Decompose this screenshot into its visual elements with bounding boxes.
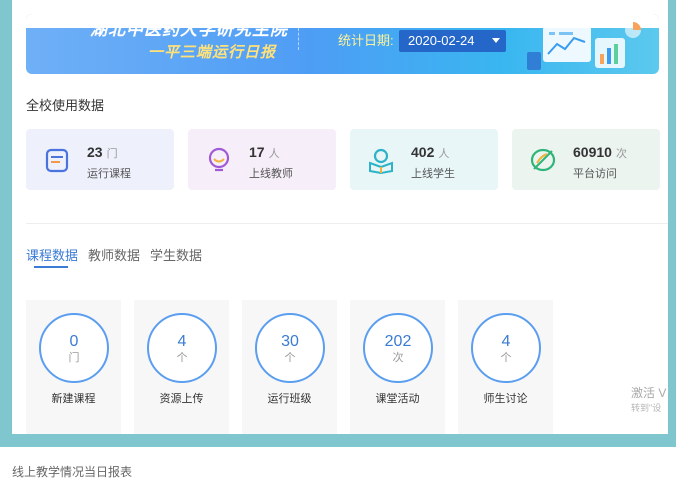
- banner-title: 湖北中医药大学研究生院: [90, 20, 288, 39]
- windows-activation-hint: 转到"设: [631, 403, 662, 413]
- metric-ring: 4 个: [147, 313, 217, 383]
- date-label: 统计日期:: [338, 33, 394, 48]
- stat-card-courses: 23 门 运行课程: [26, 129, 174, 190]
- metric-card-active-classes: 30 个 运行班级: [242, 300, 337, 434]
- course-list-icon: [45, 148, 69, 173]
- date-select[interactable]: 2020-02-24: [399, 30, 506, 52]
- screenshot-frame: 湖北中医药大学研究生院 一平三端运行日报 统计日期: 2020-02-24 全校…: [0, 0, 676, 447]
- metric-label: 师生讨论: [483, 393, 528, 405]
- metric-ring: 202 次: [363, 313, 433, 383]
- metric-ring: 4 个: [471, 313, 541, 383]
- stat-label: 上线教师: [249, 168, 293, 180]
- metric-unit: 个: [176, 352, 188, 364]
- metric-card-new-courses: 0 门 新建课程: [26, 300, 121, 434]
- tab-student-data[interactable]: 学生数据: [150, 248, 202, 264]
- metric-card-class-activities: 202 次 课堂活动: [350, 300, 445, 434]
- section-divider: [26, 223, 668, 224]
- tab-teacher-data[interactable]: 教师数据: [88, 248, 140, 264]
- stat-value: 402 人: [411, 144, 450, 160]
- metric-unit: 次: [392, 352, 404, 364]
- stat-card-teachers: 17 人 上线教师: [188, 129, 336, 190]
- metric-card-discussions: 4 个 师生讨论: [458, 300, 553, 434]
- stat-card-visits: 60910 次 平台访问: [512, 129, 660, 190]
- stat-value: 17 人: [249, 144, 280, 160]
- teacher-chat-icon: [208, 147, 230, 172]
- image-caption: 线上教学情况当日报表: [12, 465, 133, 479]
- stat-label: 运行课程: [87, 168, 131, 180]
- metric-value: 0: [69, 333, 79, 350]
- dashboard-illustration-icon: [527, 22, 641, 70]
- metric-label: 课堂活动: [375, 393, 420, 405]
- stat-unit: 门: [106, 148, 118, 160]
- date-value: 2020-02-24: [408, 33, 475, 48]
- stat-unit: 人: [268, 148, 280, 160]
- stat-label: 上线学生: [411, 168, 455, 180]
- metric-label: 新建课程: [51, 393, 96, 405]
- student-book-icon: [369, 148, 393, 175]
- visit-leaf-icon: [530, 148, 556, 172]
- stat-value: 60910 次: [573, 144, 627, 160]
- active-tab-indicator: [34, 266, 68, 268]
- report-page: 湖北中医药大学研究生院 一平三端运行日报 统计日期: 2020-02-24 全校…: [12, 0, 668, 434]
- banner-divider: [298, 28, 299, 50]
- header-banner: 湖北中医药大学研究生院 一平三端运行日报 统计日期: 2020-02-24: [26, 14, 659, 74]
- metric-value: 202: [384, 333, 412, 350]
- caret-down-icon: [492, 38, 500, 43]
- metric-unit: 个: [500, 352, 512, 364]
- metric-unit: 个: [284, 352, 296, 364]
- metric-card-resource-uploads: 4 个 资源上传: [134, 300, 229, 434]
- windows-activation-watermark: 激活 V: [631, 386, 667, 400]
- banner-subtitle: 一平三端运行日报: [148, 44, 277, 61]
- metric-value: 4: [177, 333, 187, 350]
- metric-ring: 0 门: [39, 313, 109, 383]
- tab-course-data[interactable]: 课程数据: [26, 248, 78, 264]
- metric-label: 运行班级: [267, 393, 312, 405]
- stat-value: 23 门: [87, 144, 118, 160]
- stat-unit: 次: [615, 148, 627, 160]
- stat-label: 平台访问: [573, 168, 617, 180]
- metric-value: 30: [281, 333, 299, 350]
- metric-unit: 门: [68, 352, 80, 364]
- metric-ring: 30 个: [255, 313, 325, 383]
- stat-card-students: 402 人 上线学生: [350, 129, 498, 190]
- metric-label: 资源上传: [159, 393, 204, 405]
- stat-unit: 人: [438, 148, 450, 160]
- section-title: 全校使用数据: [26, 98, 105, 113]
- metric-value: 4: [501, 333, 511, 350]
